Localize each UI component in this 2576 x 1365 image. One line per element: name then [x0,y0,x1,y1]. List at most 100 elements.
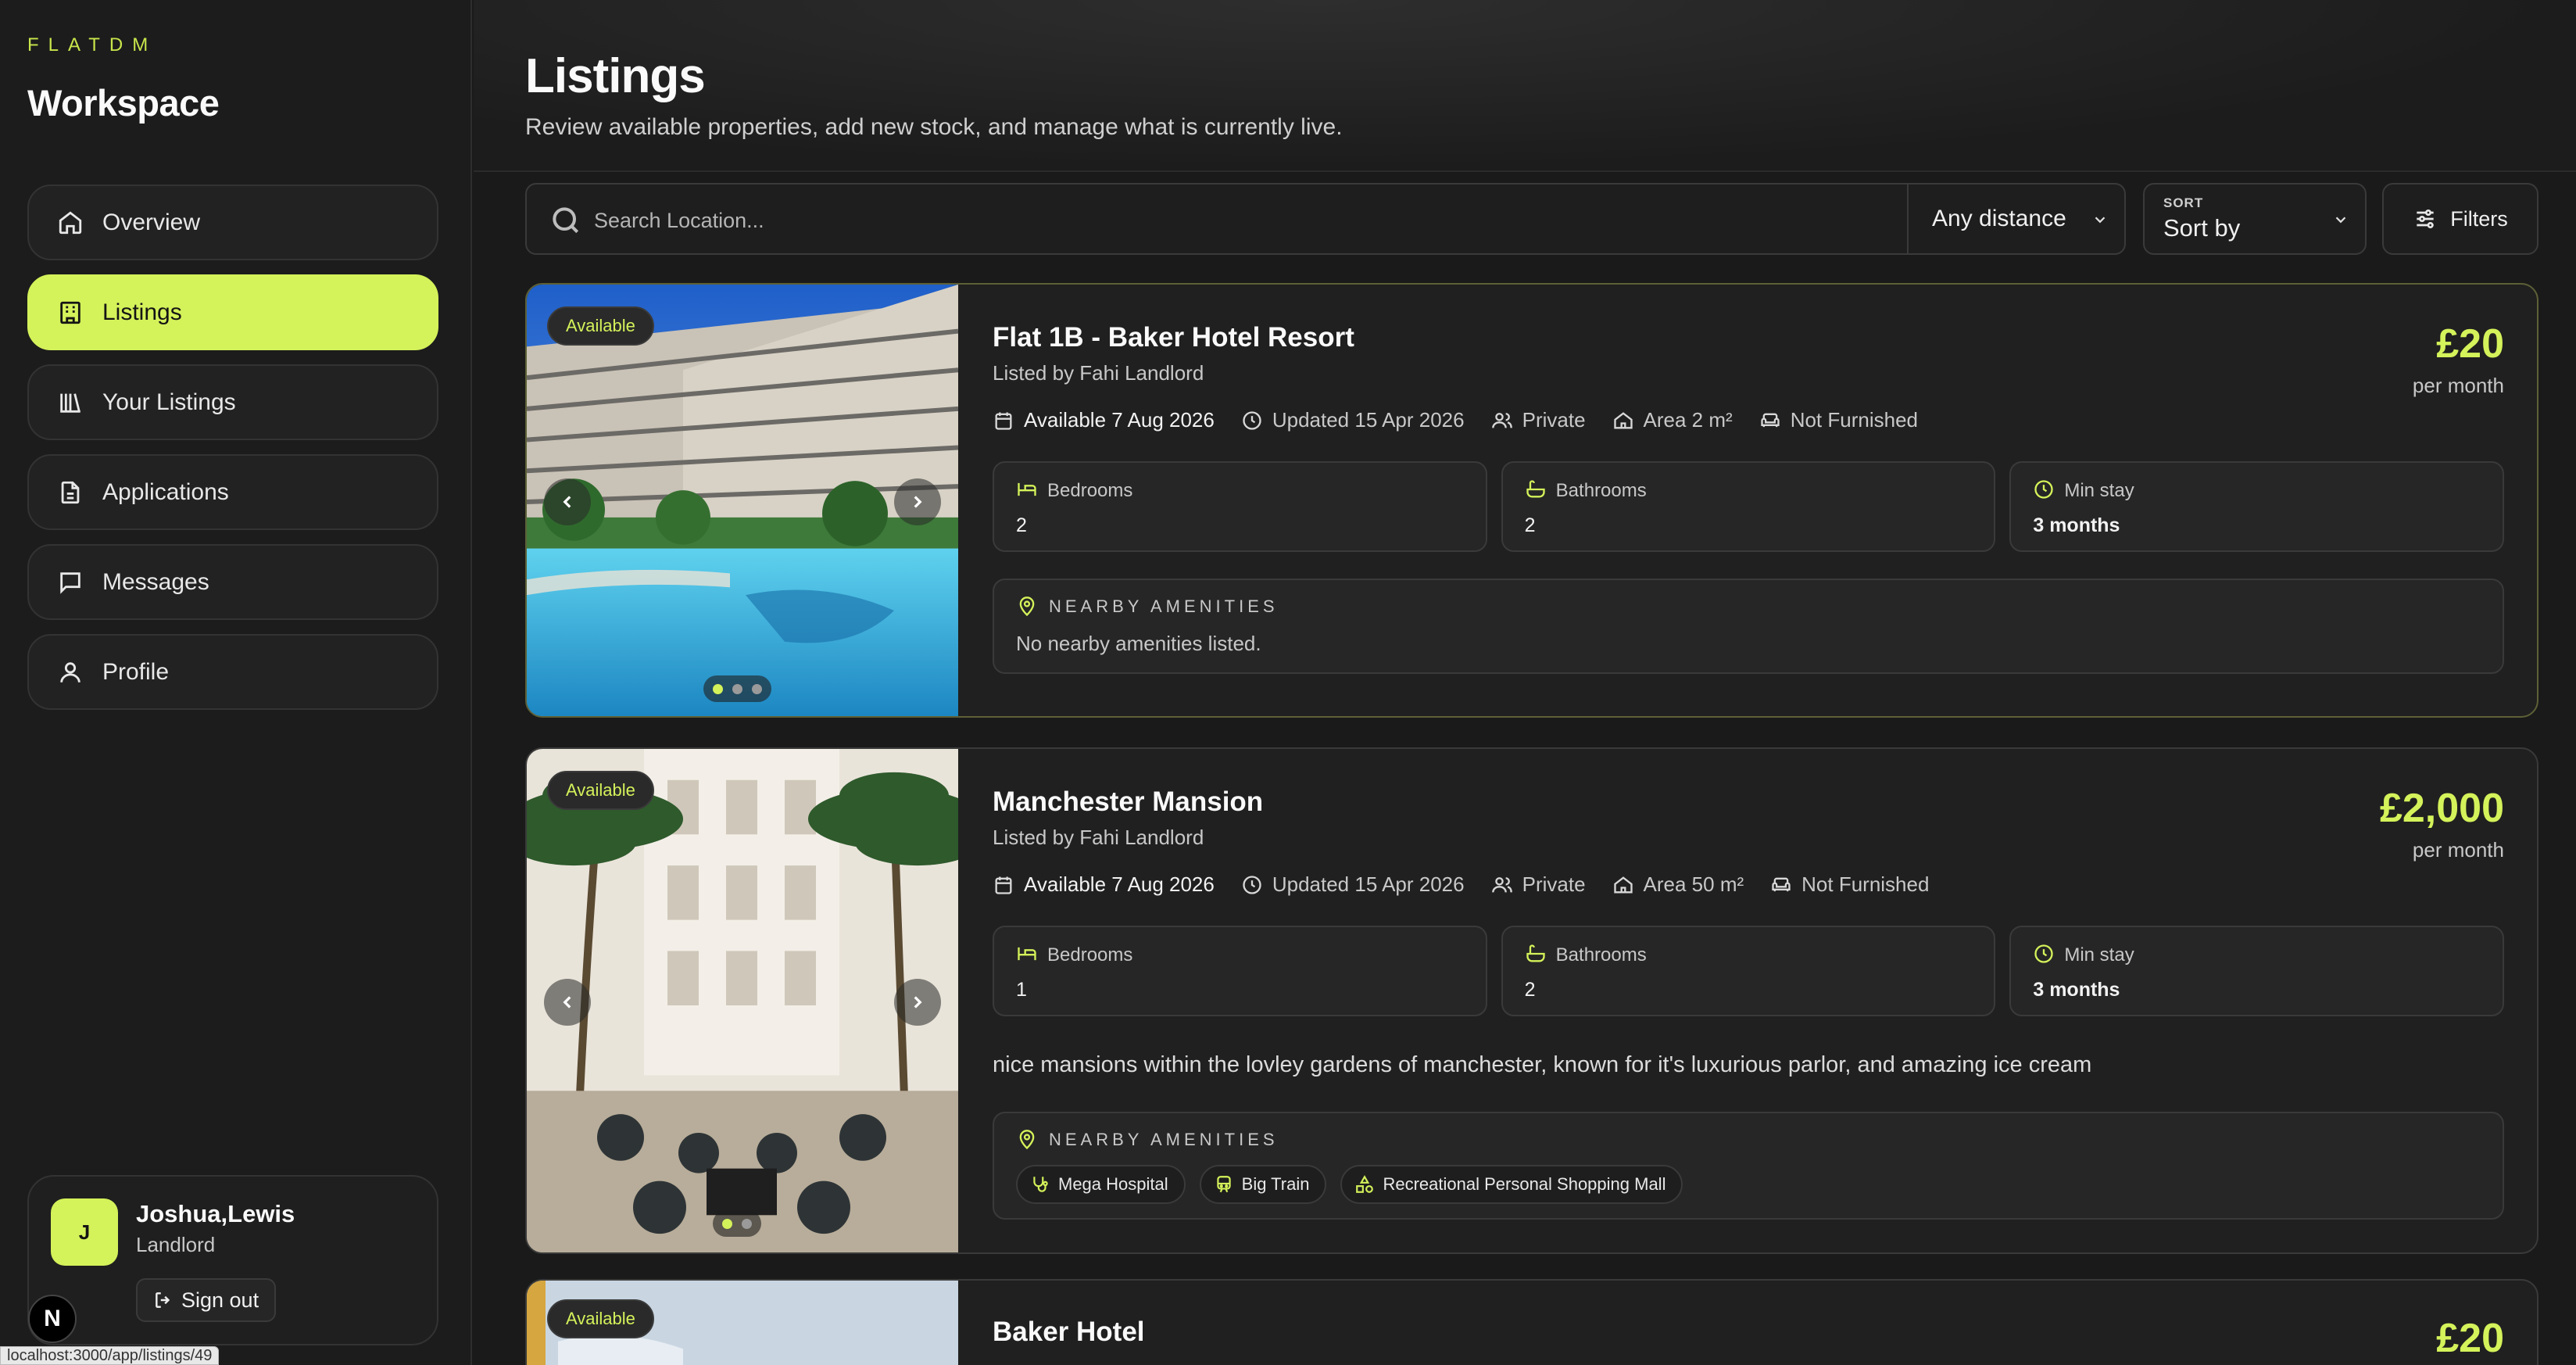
nextjs-dev-badge[interactable]: N [28,1295,77,1343]
search-icon [553,207,579,234]
search-input[interactable] [594,202,1844,239]
chevron-down-icon [2095,217,2106,224]
meta-type: Private [1491,408,1586,432]
home-icon [59,210,82,234]
sidebar-item-label: Overview [102,209,201,235]
meta-type: Private [1491,872,1586,897]
meta-furnished-text: Not Furnished [1801,872,1930,896]
sort-caption: SORT [2163,195,2204,210]
listing-owner: Listed by Fahi Landlord [993,361,1204,385]
sidebar-item-label: Listings [102,299,182,325]
house-icon [1613,876,1633,893]
status-badge: Available [547,306,654,346]
price-period: per month [2412,838,2504,862]
user-icon [60,661,80,682]
sidebar-item-messages[interactable]: Messages [27,544,438,620]
sofa-icon [1761,413,1780,427]
user-role: Landlord [136,1233,216,1256]
meta-updated-text: Updated 15 Apr 2026 [1272,408,1465,432]
carousel-dot[interactable] [713,683,723,694]
listing-owner: Listed by Fahi Landlord [993,826,1204,849]
listing-card[interactable]: Available Baker Hotel £20 [525,1279,2538,1365]
meta-available-text: Available 7 Aug 2026 [1024,408,1215,432]
stat-label: Bedrooms [1047,944,1133,966]
sort-select[interactable]: SORT Sort by [2143,183,2367,255]
stat-min-stay: Min stay 3 months [2009,926,2505,1016]
sidebar-item-label: Applications [102,478,229,505]
filters-button[interactable]: Filters [2382,183,2538,255]
stat-value: 3 months [2033,979,2120,1001]
bed-icon [1018,482,1036,496]
stat-value: 3 months [2033,514,2120,536]
sidebar-item-your-listings[interactable]: Your Listings [27,364,438,440]
listing-card[interactable]: Available Flat 1B - Baker Hotel Resort L… [525,283,2538,718]
user-name: Joshua,Lewis [136,1200,295,1227]
avatar: J [51,1198,118,1266]
document-icon [61,481,80,503]
carousel-dots [713,1210,761,1237]
building-icon [60,301,80,324]
sidebar-nav: Overview Listings Your Listings Applicat… [27,185,438,724]
meta-area: Area 50 m² [1612,872,1744,897]
carousel-dot[interactable] [732,683,742,694]
sidebar-item-overview[interactable]: Overview [27,185,438,260]
sidebar-item-listings[interactable]: Listings [27,274,438,350]
stat-value: 1 [1016,979,1027,1001]
listing-title[interactable]: Baker Hotel [993,1317,1145,1348]
sidebar-item-applications[interactable]: Applications [27,454,438,530]
message-icon [60,571,80,594]
map-pin-icon [1019,597,1035,617]
carousel-dot[interactable] [722,1218,732,1229]
library-icon [60,392,80,413]
sidebar-item-label: Your Listings [102,389,236,415]
amenities-heading-text: NEARBY AMENITIES [1049,1130,1279,1149]
carousel-prev-button[interactable] [544,979,591,1026]
amenity-chips: Mega Hospital Big Train Recreational Per… [1016,1165,1683,1204]
carousel-next-button[interactable] [894,478,941,525]
carousel-dot[interactable] [752,683,762,694]
listing-card[interactable]: Available Manchester Mansion Listed by F… [525,747,2538,1254]
meta-type-text: Private [1522,408,1586,432]
page-header: Listings Review available properties, ad… [474,0,2576,172]
house-icon [1613,411,1633,428]
filters-label: Filters [2450,206,2508,231]
amenities-empty: No nearby amenities listed. [1016,632,1261,655]
carousel-next-button[interactable] [894,979,941,1026]
sign-out-button[interactable]: Sign out [136,1278,277,1322]
sliders-icon [2417,210,2434,228]
bed-icon [1018,947,1036,961]
meta-type-text: Private [1522,872,1586,896]
carousel-dot[interactable] [742,1218,752,1229]
shapes-icon [1356,1175,1374,1193]
listing-stats: Bedrooms 1 Bathrooms 2 Min stay 3 months [993,926,2505,1016]
sort-value: Sort by [2163,214,2241,242]
stethoscope-icon [1033,1177,1048,1192]
meta-furnished: Not Furnished [1770,872,1929,897]
listing-stats: Bedrooms 2 Bathrooms 2 Min stay 3 months [993,461,2505,552]
stat-bedrooms: Bedrooms 1 [993,926,1487,1016]
bath-icon [1526,944,1545,962]
chevron-right-icon [914,496,922,508]
listing-title[interactable]: Manchester Mansion [993,786,1263,818]
users-icon [1491,876,1512,892]
sidebar: FLATDM Workspace Overview Listings Your … [0,0,472,1365]
carousel-prev-button[interactable] [544,478,591,525]
listing-title[interactable]: Flat 1B - Baker Hotel Resort [993,322,1354,353]
brand-logo: FLATDM [27,34,158,56]
listing-meta: Available 7 Aug 2026 Updated 15 Apr 2026… [993,408,1945,432]
user-card: J Joshua,Lewis Landlord Sign out [27,1175,438,1345]
meta-furnished: Not Furnished [1759,408,1918,432]
users-icon [1491,412,1512,428]
listing-image: Available [527,285,958,716]
distance-select[interactable]: Any distance [1907,183,2126,255]
chevron-left-icon [563,996,571,1009]
meta-available: Available 7 Aug 2026 [993,408,1215,432]
sign-out-label: Sign out [181,1288,259,1312]
sidebar-item-profile[interactable]: Profile [27,634,438,710]
listings-toolbar: Any distance SORT Sort by Filters [525,183,2538,255]
stat-label: Bedrooms [1047,480,1133,501]
stat-min-stay: Min stay 3 months [2009,461,2505,552]
stat-label: Min stay [2064,944,2134,966]
sidebar-item-label: Messages [102,568,209,595]
map-pin-icon [1019,1130,1035,1150]
